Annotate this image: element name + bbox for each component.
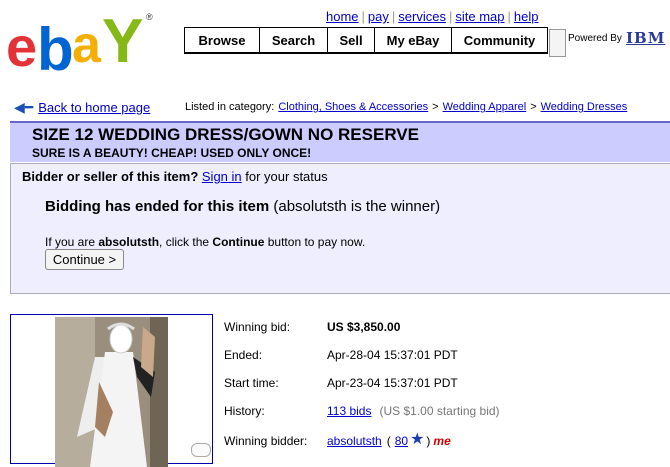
nav-browse[interactable]: Browse <box>185 28 260 52</box>
category-link-wedding-apparel[interactable]: Wedding Apparel <box>443 101 527 113</box>
feedback-close-paren: ) <box>426 434 431 448</box>
site-map-link[interactable]: site map <box>455 9 504 24</box>
bid-history-link[interactable]: 113 bids <box>327 404 371 418</box>
winning-bidder-link[interactable]: absolutsth <box>327 434 382 448</box>
powered-by-label: Powered By <box>568 33 622 44</box>
category-link-wedding-dresses[interactable]: Wedding Dresses <box>541 101 628 113</box>
winning-bid-value: US $3,850.00 <box>327 320 401 334</box>
pay-suffix: button to pay now. <box>267 235 366 249</box>
back-to-home[interactable]: ◀━ Back to home page <box>14 99 150 116</box>
ibm-logo[interactable]: IBM <box>626 29 665 47</box>
pay-prefix: If you are <box>45 235 96 249</box>
listed-in-label: Listed in category: <box>185 101 275 113</box>
back-to-home-link[interactable]: Back to home page <box>38 100 150 115</box>
bidding-ended-heading: Bidding has ended for this item <box>45 198 270 215</box>
pay-user: absolutsth <box>98 235 160 249</box>
nav-search[interactable]: Search <box>260 28 328 52</box>
history-row: History: 113 bids (US $1.00 starting bid… <box>224 404 500 418</box>
svg-text:b: b <box>37 16 72 76</box>
continue-button[interactable]: Continue > <box>45 249 124 270</box>
winning-bid-label: Winning bid: <box>224 320 291 334</box>
svg-text:®: ® <box>146 12 153 22</box>
status-question: Bidder or seller of this item? Sign in f… <box>22 169 328 184</box>
feedback-open-paren: ( <box>386 434 391 448</box>
home-link[interactable]: home <box>326 9 359 24</box>
star-icon: ★ <box>410 431 425 448</box>
winning-bidder-label: Winning bidder: <box>224 434 308 448</box>
help-link[interactable]: help <box>514 9 539 24</box>
pay-mid: , click the <box>159 235 210 249</box>
bidding-ended-message: Bidding has ended for this item (absolut… <box>45 198 440 215</box>
services-link[interactable]: services <box>398 9 446 24</box>
top-links: home | pay | services | site map | help <box>326 9 539 24</box>
svg-text:Y: Y <box>102 7 143 76</box>
status-question-suffix: for your status <box>245 169 328 184</box>
pay-now-instructions: If you are absolutsth, click the Continu… <box>45 235 365 249</box>
category-link-clothing[interactable]: Clothing, Shoes & Accessories <box>278 101 428 113</box>
ended-row: Ended: Apr-28-04 15:37:01 PDT <box>224 348 458 362</box>
back-arrow-icon: ◀━ <box>14 99 34 115</box>
powered-by-icon <box>549 29 566 57</box>
winning-bid-row: Winning bid: US $3,850.00 <box>224 320 400 334</box>
nav-my-ebay[interactable]: My eBay <box>375 28 452 52</box>
history-label: History: <box>224 404 265 418</box>
pay-link[interactable]: pay <box>368 9 389 24</box>
start-time-value: Apr-23-04 15:37:01 PDT <box>327 376 458 390</box>
winner-note: (absolutsth is the winner) <box>273 198 441 215</box>
ended-label: Ended: <box>224 348 263 362</box>
status-panel: Bidder or seller of this item? Sign in f… <box>10 163 670 294</box>
ended-value: Apr-28-04 15:37:01 PDT <box>327 348 458 362</box>
main-nav: Browse Search Sell My eBay Community <box>184 27 548 54</box>
item-title: SIZE 12 WEDDING DRESS/GOWN NO RESERVE <box>32 125 419 144</box>
sign-in-link[interactable]: Sign in <box>202 169 242 184</box>
ebay-logo[interactable]: e b a Y ® <box>6 6 156 83</box>
category-breadcrumb: Listed in category: Clothing, Shoes & Ac… <box>185 101 628 113</box>
item-photo[interactable] <box>55 317 168 467</box>
status-question-text: Bidder or seller of this item? <box>22 169 199 184</box>
start-time-label: Start time: <box>224 376 279 390</box>
item-photo-frame <box>10 314 213 467</box>
pay-continue-word: Continue <box>212 235 265 249</box>
svg-text:a: a <box>72 16 102 74</box>
bidding-ended-panel: Bidding has ended for this item (absolut… <box>23 186 670 293</box>
me-badge[interactable]: me <box>433 434 450 448</box>
zoom-icon[interactable] <box>191 443 211 457</box>
nav-community[interactable]: Community <box>452 28 547 52</box>
svg-text:e: e <box>6 15 36 76</box>
start-time-row: Start time: Apr-23-04 15:37:01 PDT <box>224 376 458 390</box>
nav-sell[interactable]: Sell <box>328 28 375 52</box>
starting-bid-note: (US $1.00 starting bid) <box>379 404 500 418</box>
item-subtitle: SURE IS A BEAUTY! CHEAP! USED ONLY ONCE! <box>32 146 312 160</box>
item-title-bar: SIZE 12 WEDDING DRESS/GOWN NO RESERVE SU… <box>10 121 670 162</box>
winning-bidder-row: Winning bidder: absolutsth ( 80 ★ ) me <box>224 431 451 449</box>
feedback-score-link[interactable]: 80 <box>395 434 408 448</box>
